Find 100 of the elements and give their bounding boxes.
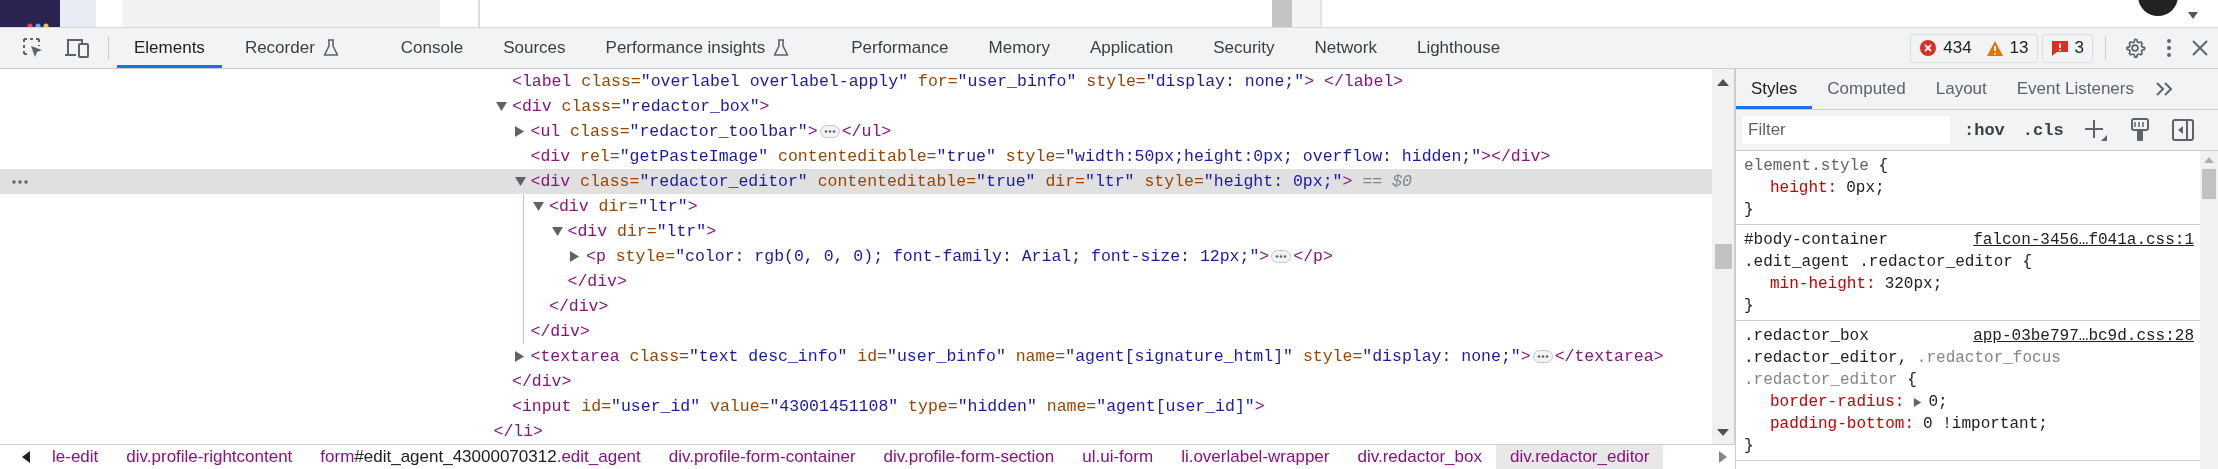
panel-tab[interactable]: Memory [971,28,1067,68]
device-toolbar-icon[interactable] [64,37,90,59]
closing-tag: </textarea> [1554,347,1664,366]
panel-tab[interactable]: Network [1297,28,1394,68]
new-rule-icon[interactable] [2083,118,2108,142]
expand-arrow-icon[interactable] [1913,396,1923,408]
collapse-arrow-icon[interactable] [514,177,526,186]
selector-text: .edit_agent .redactor_editor { [1744,253,2033,271]
dom-tree-row[interactable]: <ul class="redactor_toolbar"> </ul> [0,119,1712,144]
element-tag: <div dir="ltr"> [567,222,717,241]
element-tag: <div class="redactor_box"> [512,97,770,116]
dom-tree-row[interactable]: <label class="overlabel overlabel-apply" for="user_binfo" style="display: none;"> </label> [0,69,1712,94]
scrollbar-thumb[interactable] [2202,169,2216,199]
panel-tab[interactable]: Security [1196,28,1292,68]
breadcrumb-link[interactable]: ul.ui-form [1068,445,1168,469]
scroll-up-icon[interactable] [1717,79,1729,86]
panel-tab[interactable]: Performance [834,28,966,68]
breadcrumb-link[interactable]: le-edit [38,445,113,469]
closing-tag: </div> [512,372,572,391]
selector-text: .redactor_editor { [1744,371,1917,389]
class-button[interactable]: .cls [2018,120,2068,140]
scroll-right-icon[interactable] [1719,451,1727,463]
ellipsis-icon[interactable] [819,125,840,138]
dom-tree-row[interactable]: <input id="user_id" value="43001451108" type="hidden" name="agent[user_id]"> [0,394,1712,419]
property-name: min-height: [1770,275,1876,293]
element-tag: <ul class="redactor_toolbar"> [530,122,818,141]
breadcrumb-link[interactable]: div.profile-rightcontent [112,445,307,469]
closing-brace: } [1744,297,1754,315]
breadcrumb-link[interactable]: li.overlabel-wrapper [1167,445,1344,469]
panel-tab[interactable]: Lighthouse [1399,28,1518,68]
expand-arrow-icon[interactable] [514,126,524,137]
issue-flag-icon [2050,39,2069,57]
settings-icon[interactable] [2124,37,2146,59]
source-link[interactable]: app-03be797…bc9d.css:28 [1973,327,2194,345]
element-tag: <textarea class="text desc_info" id="user_binfo" name="agent[signature_html]" style="display: none;"> [530,347,1531,366]
selector-text: .redactor_box [1744,327,1869,345]
dom-tree-row[interactable]: <div class="redactor_box"> [0,94,1712,119]
dom-tree-row[interactable]: <div class="redactor_editor" contenteditable="true" dir="ltr" style="height: 0px;"> == $0 [0,169,1712,194]
ellipsis-icon[interactable] [1532,350,1553,363]
dom-tree-row[interactable]: <textarea class="text desc_info" id="user_binfo" name="agent[signature_html]" style="display: none;"> </textarea> [0,344,1712,369]
property-value: 0 !important; [1923,415,2048,433]
sidebar-tab[interactable]: Event Listeners [2001,69,2149,109]
source-link[interactable]: falcon-3456…f041a.css:1 [1973,231,2194,249]
panel-tab[interactable]: Elements [117,28,222,68]
ellipsis-icon[interactable] [1271,250,1292,263]
close-icon[interactable] [2192,40,2208,56]
scrollbar[interactable] [2200,151,2218,469]
error-warning-counter[interactable]: 434 13 [1910,33,2038,63]
breadcrumb-link[interactable]: div.profile-form-container [654,445,870,469]
breadcrumb-link[interactable]: div.profile-form-section [869,445,1069,469]
property-value: 320px; [1884,275,1943,293]
paint-roller-icon[interactable] [2129,118,2150,142]
error-icon [1919,39,1938,57]
scroll-left-icon[interactable] [22,451,30,463]
element-tag: <input id="user_id" value="43001451108" type="hidden" name="agent[user_id]"> [512,397,1265,416]
element-tag: <div dir="ltr"> [549,197,698,216]
sidebar-toggle-icon[interactable] [2171,119,2194,141]
more-icon[interactable] [12,179,28,184]
property-name: height: [1770,179,1838,197]
breadcrumb-link[interactable]: div.redactor_editor [1495,445,1664,469]
more-tabs-icon[interactable] [2154,82,2173,96]
panel-tab[interactable]: Sources [486,28,583,68]
expand-arrow-icon[interactable] [514,351,524,362]
property-value: 0; [1928,393,1948,411]
breadcrumb-link[interactable]: form#edit_agent_43000070312.edit_agent [306,445,655,469]
dom-tree-row[interactable]: </li> [0,419,1712,444]
selected-node-marker: == $0 [1362,172,1412,191]
element-tag: <div class="redactor_editor" contenteditable="true" dir="ltr" style="height: 0px;"> [530,172,1353,191]
sidebar-tab[interactable]: Layout [1920,69,2002,109]
collapse-arrow-icon[interactable] [533,202,544,211]
warning-icon [1985,39,2004,57]
collapse-arrow-icon[interactable] [551,227,563,236]
filter-field[interactable]: Filter [1742,116,1950,144]
scroll-down-icon[interactable] [1717,429,1729,436]
sidebar-tab[interactable]: Computed [1812,69,1921,109]
closing-brace: } [1744,201,1754,219]
expand-arrow-icon[interactable] [570,251,579,262]
breadcrumb-link[interactable]: div.redactor_box [1343,445,1496,469]
property-name: padding-bottom: [1770,415,1915,433]
panel-tab[interactable]: Console [383,28,481,68]
panel-tab[interactable]: Performance insights [588,28,829,68]
scrollbar[interactable] [1712,69,1735,444]
element-tag: <p style="color: rgb(0, 0, 0); font-family: Arial; font-size: 12px;"> [586,247,1270,266]
closing-tag: </li> [493,422,543,441]
closing-tag: </p> [1293,247,1333,266]
dom-tree-row[interactable]: </div> [0,369,1712,394]
property-value: 0px; [1846,179,1885,197]
panel-tab[interactable]: Recorder [227,28,378,68]
dom-tree-row[interactable]: <div rel="getPasteImage" contenteditable="true" style="width:50px;height:0px; overflow: hidden;"></div> [0,144,1712,169]
closing-tag: </ul> [841,122,892,141]
hover-state-button[interactable]: :hov [1960,120,2009,140]
element-tag: <div rel="getPasteImage" contenteditable="true" style="width:50px;height:0px; overflow: hidden;"></div> [530,147,1551,166]
panel-tab[interactable]: Application [1072,28,1191,68]
scrollbar-thumb[interactable] [1714,244,1732,269]
collapse-arrow-icon[interactable] [496,102,507,111]
closing-tag: </div> [567,272,627,291]
inspect-element-icon[interactable] [22,37,44,59]
more-options-icon[interactable] [2166,38,2172,58]
issues-counter[interactable]: 3 [2041,33,2093,63]
property-name: border-radius: [1770,393,1905,411]
